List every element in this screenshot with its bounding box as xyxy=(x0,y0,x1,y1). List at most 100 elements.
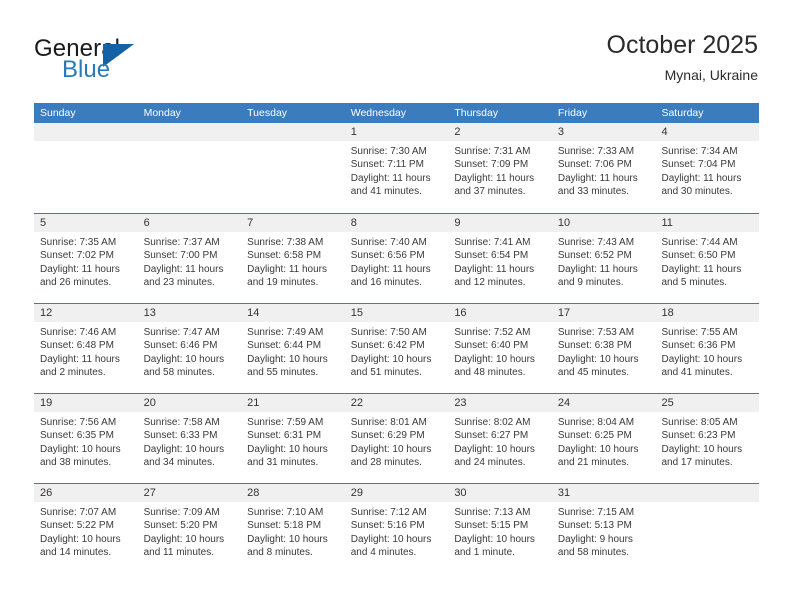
day-number: 7 xyxy=(241,214,345,232)
sunset-text: Sunset: 6:58 PM xyxy=(247,250,322,262)
sunset-text: Sunset: 6:23 PM xyxy=(661,430,736,442)
day-cell[interactable]: 4 Sunrise: 7:34 AM Sunset: 7:04 PM Daylight… xyxy=(655,123,760,213)
day-cell-empty xyxy=(137,123,242,213)
day-cell[interactable]: 13 Sunrise: 7:47 AM Sunset: 6:46 PM Dayligh… xyxy=(137,304,242,393)
day-cell[interactable]: 7 Sunrise: 7:38 AM Sunset: 6:58 PM Daylight… xyxy=(241,214,345,303)
day-cell[interactable]: 9 Sunrise: 7:41 AM Sunset: 6:54 PM Daylight… xyxy=(448,214,552,303)
daylight-text: Daylight: 10 hours and 8 minutes. xyxy=(247,533,328,559)
day-number: 2 xyxy=(448,123,552,141)
page-subtitle: Mynai, Ukraine xyxy=(664,67,758,83)
sunrise-text: Sunrise: 7:12 AM xyxy=(350,507,427,518)
day-cell[interactable]: 12 Sunrise: 7:46 AM Sunset: 6:48 PM Dayligh… xyxy=(34,304,138,393)
sunset-text: Sunset: 5:18 PM xyxy=(247,520,322,532)
day-number: 20 xyxy=(137,394,242,412)
day-cell[interactable]: 1 Sunrise: 7:30 AM Sunset: 7:11 PM Daylight… xyxy=(344,123,449,213)
day-cell[interactable]: 25 Sunrise: 8:05 AM Sunset: 6:23 PM Dayligh… xyxy=(655,394,760,483)
day-number: 29 xyxy=(344,484,449,502)
daylight-text: Daylight: 10 hours and 17 minutes. xyxy=(661,443,743,469)
daylight-text: Daylight: 10 hours and 11 minutes. xyxy=(143,533,225,559)
day-cell-empty xyxy=(655,484,760,573)
day-details: Sunrise: 7:56 AM Sunset: 6:35 PM Daylight:… xyxy=(34,412,138,470)
day-cell[interactable]: 20 Sunrise: 7:58 AM Sunset: 6:33 PM Dayligh… xyxy=(137,394,242,483)
day-details: Sunrise: 8:05 AM Sunset: 6:23 PM Daylight:… xyxy=(655,412,759,470)
sunrise-text: Sunrise: 7:10 AM xyxy=(247,507,324,518)
day-cell[interactable]: 18 Sunrise: 7:55 AM Sunset: 6:36 PM Dayligh… xyxy=(655,304,760,393)
daylight-text: Daylight: 9 hours and 58 minutes. xyxy=(557,533,633,559)
day-number xyxy=(137,123,242,141)
sunset-text: Sunset: 6:27 PM xyxy=(454,430,529,442)
day-details: Sunrise: 7:47 AM Sunset: 6:46 PM Daylight:… xyxy=(138,322,242,380)
day-number: 22 xyxy=(344,394,449,412)
sunset-text: Sunset: 5:20 PM xyxy=(143,520,218,532)
sunset-text: Sunset: 6:54 PM xyxy=(454,250,529,262)
sunset-text: Sunset: 7:11 PM xyxy=(350,159,424,171)
day-cell[interactable]: 3 Sunrise: 7:33 AM Sunset: 7:06 PM Daylight… xyxy=(551,123,656,213)
day-details: Sunrise: 8:01 AM Sunset: 6:29 PM Daylight:… xyxy=(345,412,449,470)
day-details: Sunrise: 7:40 AM Sunset: 6:56 PM Daylight:… xyxy=(345,232,449,290)
daylight-text: Daylight: 10 hours and 4 minutes. xyxy=(350,533,432,559)
day-cell[interactable]: 5 Sunrise: 7:35 AM Sunset: 7:02 PM Daylight… xyxy=(34,214,138,303)
day-cell[interactable]: 26 Sunrise: 7:07 AM Sunset: 5:22 PM Dayligh… xyxy=(34,484,138,573)
calendar-week-row: 19 Sunrise: 7:56 AM Sunset: 6:35 PM Dayligh… xyxy=(34,393,760,483)
day-cell[interactable]: 19 Sunrise: 7:56 AM Sunset: 6:35 PM Dayligh… xyxy=(34,394,138,483)
day-details: Sunrise: 7:13 AM Sunset: 5:15 PM Daylight:… xyxy=(448,502,552,560)
day-cell[interactable]: 22 Sunrise: 8:01 AM Sunset: 6:29 PM Dayligh… xyxy=(344,394,449,483)
day-number: 15 xyxy=(344,304,449,322)
sunrise-text: Sunrise: 7:09 AM xyxy=(143,507,220,518)
sunset-text: Sunset: 6:36 PM xyxy=(661,340,736,352)
sunrise-text: Sunrise: 7:53 AM xyxy=(557,327,635,338)
weekday-header-row: Sunday Monday Tuesday Wednesday Thursday Frid… xyxy=(34,103,759,123)
weekday-header-tuesday: Tuesday xyxy=(247,107,288,119)
day-cell[interactable]: 27 Sunrise: 7:09 AM Sunset: 5:20 PM Dayligh… xyxy=(137,484,242,573)
day-cell[interactable]: 31 Sunrise: 7:15 AM Sunset: 5:13 PM Dayligh… xyxy=(551,484,656,573)
day-cell[interactable]: 17 Sunrise: 7:53 AM Sunset: 6:38 PM Dayligh… xyxy=(551,304,656,393)
daylight-text: Daylight: 11 hours and 16 minutes. xyxy=(350,263,431,289)
brand-logo[interactable]: General Blue xyxy=(34,36,264,88)
daylight-text: Daylight: 10 hours and 58 minutes. xyxy=(143,353,225,379)
sunset-text: Sunset: 7:00 PM xyxy=(143,250,218,262)
day-cell[interactable]: 24 Sunrise: 8:04 AM Sunset: 6:25 PM Dayligh… xyxy=(551,394,656,483)
sunrise-text: Sunrise: 7:15 AM xyxy=(557,507,635,518)
day-cell[interactable]: 10 Sunrise: 7:43 AM Sunset: 6:52 PM Dayligh… xyxy=(551,214,656,303)
sunrise-text: Sunrise: 7:47 AM xyxy=(143,327,220,338)
sunset-text: Sunset: 6:46 PM xyxy=(143,340,218,352)
daylight-text: Daylight: 11 hours and 23 minutes. xyxy=(143,263,224,289)
daylight-text: Daylight: 10 hours and 38 minutes. xyxy=(40,443,121,469)
sunset-text: Sunset: 6:44 PM xyxy=(247,340,322,352)
day-cell[interactable]: 14 Sunrise: 7:49 AM Sunset: 6:44 PM Dayligh… xyxy=(241,304,345,393)
day-cell[interactable]: 29 Sunrise: 7:12 AM Sunset: 5:16 PM Dayligh… xyxy=(344,484,449,573)
day-cell[interactable]: 23 Sunrise: 8:02 AM Sunset: 6:27 PM Dayligh… xyxy=(448,394,552,483)
day-cell[interactable]: 11 Sunrise: 7:44 AM Sunset: 6:50 PM Dayligh… xyxy=(655,214,760,303)
day-details: Sunrise: 7:46 AM Sunset: 6:48 PM Daylight:… xyxy=(34,322,138,380)
weekday-header-wednesday: Wednesday xyxy=(350,107,406,119)
day-cell-empty xyxy=(34,123,138,213)
sunrise-text: Sunrise: 7:30 AM xyxy=(350,146,427,157)
daylight-text: Daylight: 10 hours and 28 minutes. xyxy=(350,443,432,469)
day-cell[interactable]: 8 Sunrise: 7:40 AM Sunset: 6:56 PM Daylight… xyxy=(344,214,449,303)
day-number: 9 xyxy=(448,214,552,232)
day-details: Sunrise: 7:30 AM Sunset: 7:11 PM Daylight:… xyxy=(345,141,449,199)
day-cell[interactable]: 21 Sunrise: 7:59 AM Sunset: 6:31 PM Dayligh… xyxy=(241,394,345,483)
day-cell[interactable]: 16 Sunrise: 7:52 AM Sunset: 6:40 PM Dayligh… xyxy=(448,304,552,393)
day-number: 31 xyxy=(551,484,656,502)
day-cell[interactable]: 28 Sunrise: 7:10 AM Sunset: 5:18 PM Dayligh… xyxy=(241,484,345,573)
daylight-text: Daylight: 10 hours and 48 minutes. xyxy=(454,353,535,379)
sunrise-text: Sunrise: 7:41 AM xyxy=(454,237,531,248)
day-cell[interactable]: 2 Sunrise: 7:31 AM Sunset: 7:09 PM Daylight… xyxy=(448,123,552,213)
day-cell[interactable]: 15 Sunrise: 7:50 AM Sunset: 6:42 PM Dayligh… xyxy=(344,304,449,393)
daylight-text: Daylight: 10 hours and 14 minutes. xyxy=(40,533,121,559)
day-cell[interactable]: 6 Sunrise: 7:37 AM Sunset: 7:00 PM Daylight… xyxy=(137,214,242,303)
day-cell[interactable]: 30 Sunrise: 7:13 AM Sunset: 5:15 PM Dayligh… xyxy=(448,484,552,573)
daylight-text: Daylight: 11 hours and 26 minutes. xyxy=(40,263,120,289)
day-number: 18 xyxy=(655,304,760,322)
day-number: 3 xyxy=(551,123,656,141)
sunrise-text: Sunrise: 7:49 AM xyxy=(247,327,324,338)
daylight-text: Daylight: 11 hours and 41 minutes. xyxy=(350,172,431,198)
weekday-header-thursday: Thursday xyxy=(454,107,499,119)
day-number: 23 xyxy=(448,394,552,412)
day-number: 28 xyxy=(241,484,345,502)
weekday-header-saturday: Saturday xyxy=(661,107,704,119)
page-title: October 2025 xyxy=(606,31,759,59)
sunrise-text: Sunrise: 7:33 AM xyxy=(557,146,635,157)
sunset-text: Sunset: 7:09 PM xyxy=(454,159,529,171)
